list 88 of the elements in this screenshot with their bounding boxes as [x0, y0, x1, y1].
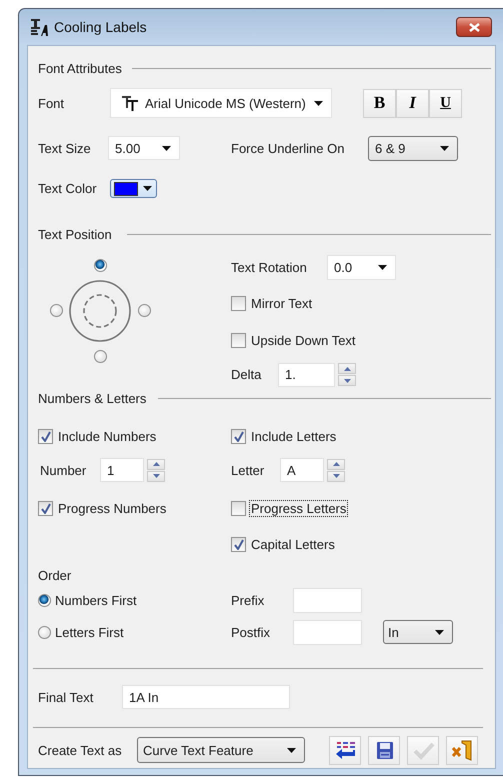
text-field[interactable]: 1 [100, 458, 144, 482]
radio-button[interactable] [38, 594, 51, 606]
field-label: Prefix [231, 592, 266, 608]
spin-down-button[interactable] [327, 470, 345, 482]
field-label: Postfix [231, 624, 272, 640]
check-mark-icon [40, 502, 51, 514]
list-arrow-icon [334, 739, 356, 761]
caret-up-icon [332, 462, 340, 466]
checkbox-label: Upside Down Text [250, 332, 357, 349]
check-mark-icon [233, 538, 244, 550]
caret-up-icon [152, 462, 160, 466]
window-title: Cooling Labels [54, 19, 147, 35]
radio-label: Numbers First [55, 592, 137, 608]
caret-down-icon [344, 378, 350, 382]
dropdown[interactable]: Curve Text Feature [137, 737, 305, 763]
text-field[interactable]: A [280, 458, 324, 482]
dropdown[interactable]: Arial Unicode MS (Western) [110, 88, 332, 118]
caret-down-icon [162, 146, 171, 150]
field-label: Create Text as [38, 742, 123, 758]
checkbox-label: Progress Numbers [57, 500, 168, 516]
check-mark-icon [233, 430, 244, 442]
dropdown[interactable]: In [383, 620, 453, 644]
radio-button[interactable] [94, 258, 106, 272]
toolbar-button[interactable] [329, 736, 361, 764]
font-type-icon [121, 94, 139, 112]
field-label: Letter [231, 462, 266, 478]
section-heading: Font Attributes [38, 60, 122, 76]
caret-up-icon [344, 366, 350, 370]
underline-button[interactable]: U [429, 88, 462, 118]
radio-button[interactable] [38, 626, 51, 638]
checkbox[interactable] [231, 428, 246, 444]
position-dial-drawing [69, 280, 131, 342]
bold-button[interactable]: B [363, 88, 396, 118]
spin-up-button[interactable] [338, 363, 356, 374]
checkbox[interactable] [231, 536, 246, 552]
checkbox[interactable] [38, 500, 53, 516]
toolbar-button[interactable] [446, 736, 478, 764]
checkbox[interactable] [231, 500, 246, 516]
caret-down-icon [332, 474, 340, 478]
section-heading: Numbers & Letters [38, 390, 146, 406]
checkbox-label: Mirror Text [250, 295, 314, 312]
caret-down-icon [435, 630, 444, 634]
checkbox-label: Include Letters [250, 428, 338, 444]
field-label: Text Rotation [231, 260, 308, 274]
spin-up-button[interactable] [327, 458, 345, 470]
spin-down-button[interactable] [338, 375, 356, 386]
spin-down-button[interactable] [147, 470, 165, 482]
caret-down-icon [152, 474, 160, 478]
field-label: Final Text [38, 690, 94, 704]
checkbox-label: Include Numbers [57, 428, 158, 444]
field-label: Font [38, 96, 66, 110]
field-label: Text Color [38, 181, 98, 196]
caret-down-icon [314, 100, 323, 106]
checkbox-label: Capital Letters [250, 536, 336, 552]
section-heading: Text Position [38, 227, 112, 242]
caret-down-icon [287, 748, 296, 752]
app-logo-icon [30, 18, 49, 36]
checkbox-label: Progress Letters [249, 500, 348, 516]
field-label: Number [39, 462, 88, 478]
radio-label: Letters First [55, 624, 124, 640]
color-picker[interactable] [110, 179, 157, 198]
prefix-field[interactable] [293, 588, 362, 612]
dropdown[interactable]: 6 & 9 [368, 136, 458, 160]
dropdown[interactable]: 0.0 [327, 254, 396, 280]
spin-up-button[interactable] [147, 458, 165, 470]
radio-button[interactable] [138, 304, 150, 317]
caret-down-icon [143, 186, 152, 191]
text-field[interactable]: 1. [278, 362, 335, 386]
check-mark-icon [40, 430, 51, 442]
door-exit-icon [450, 739, 474, 761]
dropdown[interactable]: 5.00 [108, 136, 180, 160]
caret-down-icon [440, 146, 449, 150]
field-label: Force Underline On [231, 140, 346, 156]
toolbar-button[interactable] [368, 736, 400, 764]
checkbox[interactable] [38, 428, 53, 444]
close-icon [468, 22, 480, 32]
caret-down-icon [378, 264, 387, 270]
radio-button[interactable] [50, 304, 62, 317]
section-heading: Order [38, 568, 72, 582]
text-field[interactable]: 1A In [122, 685, 290, 709]
checkbox[interactable] [231, 296, 246, 311]
postfix-field[interactable] [293, 620, 362, 644]
close-button[interactable] [456, 17, 492, 37]
checkbox[interactable] [231, 333, 246, 348]
field-label: Text Size [38, 140, 92, 156]
italic-button[interactable]: I [396, 88, 429, 118]
radio-button[interactable] [94, 350, 106, 362]
field-label: Delta [231, 367, 262, 382]
